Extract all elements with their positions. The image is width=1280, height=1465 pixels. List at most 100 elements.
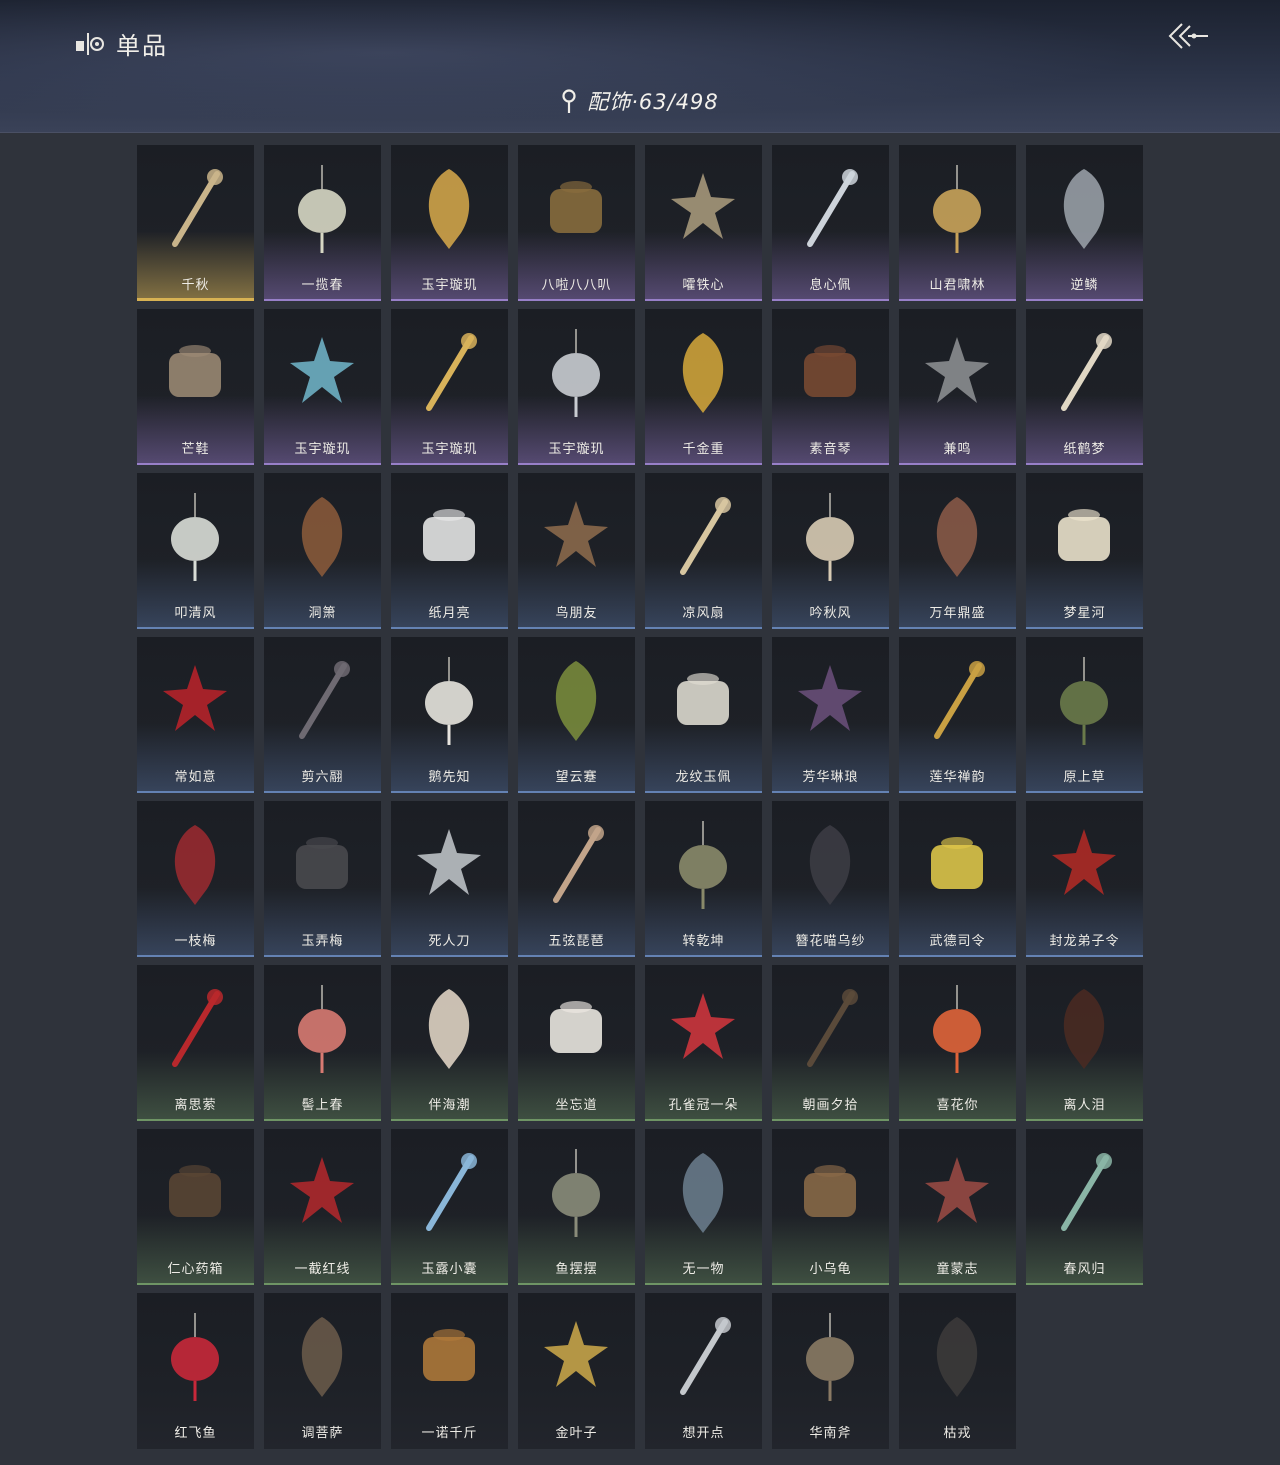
item-card[interactable]: 封龙弟子令 — [1026, 801, 1143, 957]
item-card[interactable]: 鸟朋友 — [518, 473, 635, 629]
item-card[interactable]: 朝画夕拾 — [772, 965, 889, 1121]
item-name: 武德司令 — [929, 934, 986, 949]
axe-icon — [806, 1313, 854, 1401]
item-name: 坐忘道 — [555, 1098, 598, 1113]
item-card[interactable]: 嚯铁心 — [645, 145, 762, 301]
item-card[interactable]: 千金重 — [645, 309, 762, 465]
item-card[interactable]: 龙纹玉佩 — [645, 637, 762, 793]
item-card[interactable]: 望云蹇 — [518, 637, 635, 793]
item-card[interactable]: 髻上春 — [264, 965, 381, 1121]
brush-icon — [807, 989, 858, 1067]
item-card[interactable]: 逆鳞 — [1026, 145, 1143, 301]
item-name: 喜花你 — [936, 1098, 979, 1113]
item-name: 红飞鱼 — [174, 1426, 217, 1441]
item-name: 一揽春 — [301, 278, 344, 293]
item-card[interactable]: 一截红线 — [264, 1129, 381, 1285]
daggers-icon — [301, 1317, 343, 1397]
plum-branch-icon — [174, 825, 216, 905]
item-name: 封龙弟子令 — [1049, 934, 1120, 949]
item-card[interactable]: 华南斧 — [772, 1293, 889, 1449]
item-card[interactable]: 千秋 — [137, 145, 254, 301]
item-card[interactable]: 喜花你 — [899, 965, 1016, 1121]
item-card[interactable]: 簪花喵乌纱 — [772, 801, 889, 957]
bamboo-flute-icon — [555, 661, 597, 741]
item-card[interactable]: 童蒙志 — [899, 1129, 1016, 1285]
item-name: 凉风扇 — [682, 606, 725, 621]
item-card[interactable]: 伴海潮 — [391, 965, 508, 1121]
item-name: 仁心药箱 — [167, 1262, 224, 1277]
item-card[interactable]: 万年鼎盛 — [899, 473, 1016, 629]
item-card[interactable]: 玉宇璇玑 — [391, 309, 508, 465]
flower-basket-icon — [298, 165, 346, 253]
item-card[interactable]: 玉宇璇玑 — [264, 309, 381, 465]
item-card[interactable]: 息心佩 — [772, 145, 889, 301]
item-card[interactable]: 一诺千斤 — [391, 1293, 508, 1449]
turtle-icon — [804, 1165, 856, 1217]
item-card[interactable]: 红飞鱼 — [137, 1293, 254, 1449]
item-card[interactable]: 山君啸林 — [899, 145, 1016, 301]
item-card[interactable]: 金叶子 — [518, 1293, 635, 1449]
item-card[interactable]: 莲华禅韵 — [899, 637, 1016, 793]
item-card[interactable]: 坐忘道 — [518, 965, 635, 1121]
item-card[interactable]: 死人刀 — [391, 801, 508, 957]
item-card[interactable]: 常如意 — [137, 637, 254, 793]
item-card[interactable]: 鹅先知 — [391, 637, 508, 793]
item-card[interactable]: 素音琴 — [772, 309, 889, 465]
item-card[interactable]: 芳华琳琅 — [772, 637, 889, 793]
item-card[interactable]: 小乌龟 — [772, 1129, 889, 1285]
item-card[interactable]: 玉弄梅 — [264, 801, 381, 957]
item-card[interactable]: 洞箫 — [264, 473, 381, 629]
item-name: 孔雀冠一朵 — [668, 1098, 739, 1113]
kite-fish-icon — [171, 1313, 219, 1401]
item-name: 剪六翮 — [301, 770, 344, 785]
item-card[interactable]: 孔雀冠一朵 — [645, 965, 762, 1121]
item-name: 龙纹玉佩 — [675, 770, 732, 785]
grass-basket-icon — [1060, 657, 1108, 745]
item-card[interactable]: 八啦八八叭 — [518, 145, 635, 301]
item-card[interactable]: 调菩萨 — [264, 1293, 381, 1449]
paper-moon-icon — [423, 509, 475, 561]
item-card[interactable]: 凉风扇 — [645, 473, 762, 629]
item-card[interactable]: 纸月亮 — [391, 473, 508, 629]
item-card[interactable]: 想开点 — [645, 1293, 762, 1449]
item-name: 死人刀 — [428, 934, 471, 949]
item-card[interactable]: 剪六翮 — [264, 637, 381, 793]
item-card[interactable]: 枯戎 — [899, 1293, 1016, 1449]
item-card[interactable]: 玉宇璇玑 — [518, 309, 635, 465]
item-card[interactable]: 转乾坤 — [645, 801, 762, 957]
item-card[interactable]: 兼鸣 — [899, 309, 1016, 465]
item-card[interactable]: 春风归 — [1026, 1129, 1143, 1285]
item-card[interactable]: 梦星河 — [1026, 473, 1143, 629]
item-card[interactable]: 离人泪 — [1026, 965, 1143, 1121]
gold-leaf-icon — [544, 1321, 608, 1387]
item-card[interactable]: 无一物 — [645, 1129, 762, 1285]
round-fan-icon — [171, 493, 219, 581]
item-name: 兼鸣 — [943, 442, 972, 457]
item-name: 簪花喵乌纱 — [795, 934, 866, 949]
item-card[interactable]: 玉露小囊 — [391, 1129, 508, 1285]
hat-icon — [809, 825, 851, 905]
item-name: 离思萦 — [174, 1098, 217, 1113]
item-name: 纸鹤梦 — [1063, 442, 1106, 457]
item-card[interactable]: 叩清风 — [137, 473, 254, 629]
item-card[interactable]: 一枝梅 — [137, 801, 254, 957]
golden-bird-icon — [682, 333, 724, 413]
item-card[interactable]: 武德司令 — [899, 801, 1016, 957]
item-card[interactable]: 原上草 — [1026, 637, 1143, 793]
item-card[interactable]: 五弦琵琶 — [518, 801, 635, 957]
item-card[interactable]: 芒鞋 — [137, 309, 254, 465]
item-card[interactable]: 玉宇璇玑 — [391, 145, 508, 301]
item-card[interactable]: 鱼摆摆 — [518, 1129, 635, 1285]
item-card[interactable]: 离思萦 — [137, 965, 254, 1121]
paper-crane-icon — [1061, 333, 1112, 411]
bird-house-icon — [544, 501, 608, 567]
item-name: 纸月亮 — [428, 606, 471, 621]
item-card[interactable]: 纸鹤梦 — [1026, 309, 1143, 465]
item-card[interactable]: 吟秋风 — [772, 473, 889, 629]
item-card[interactable]: 一揽春 — [264, 145, 381, 301]
cloth-bag-icon — [682, 1153, 724, 1233]
item-name: 调菩萨 — [301, 1426, 344, 1441]
goose-icon — [425, 657, 473, 745]
item-card[interactable]: 仁心药箱 — [137, 1129, 254, 1285]
back-arrow-icon[interactable] — [1166, 20, 1210, 52]
